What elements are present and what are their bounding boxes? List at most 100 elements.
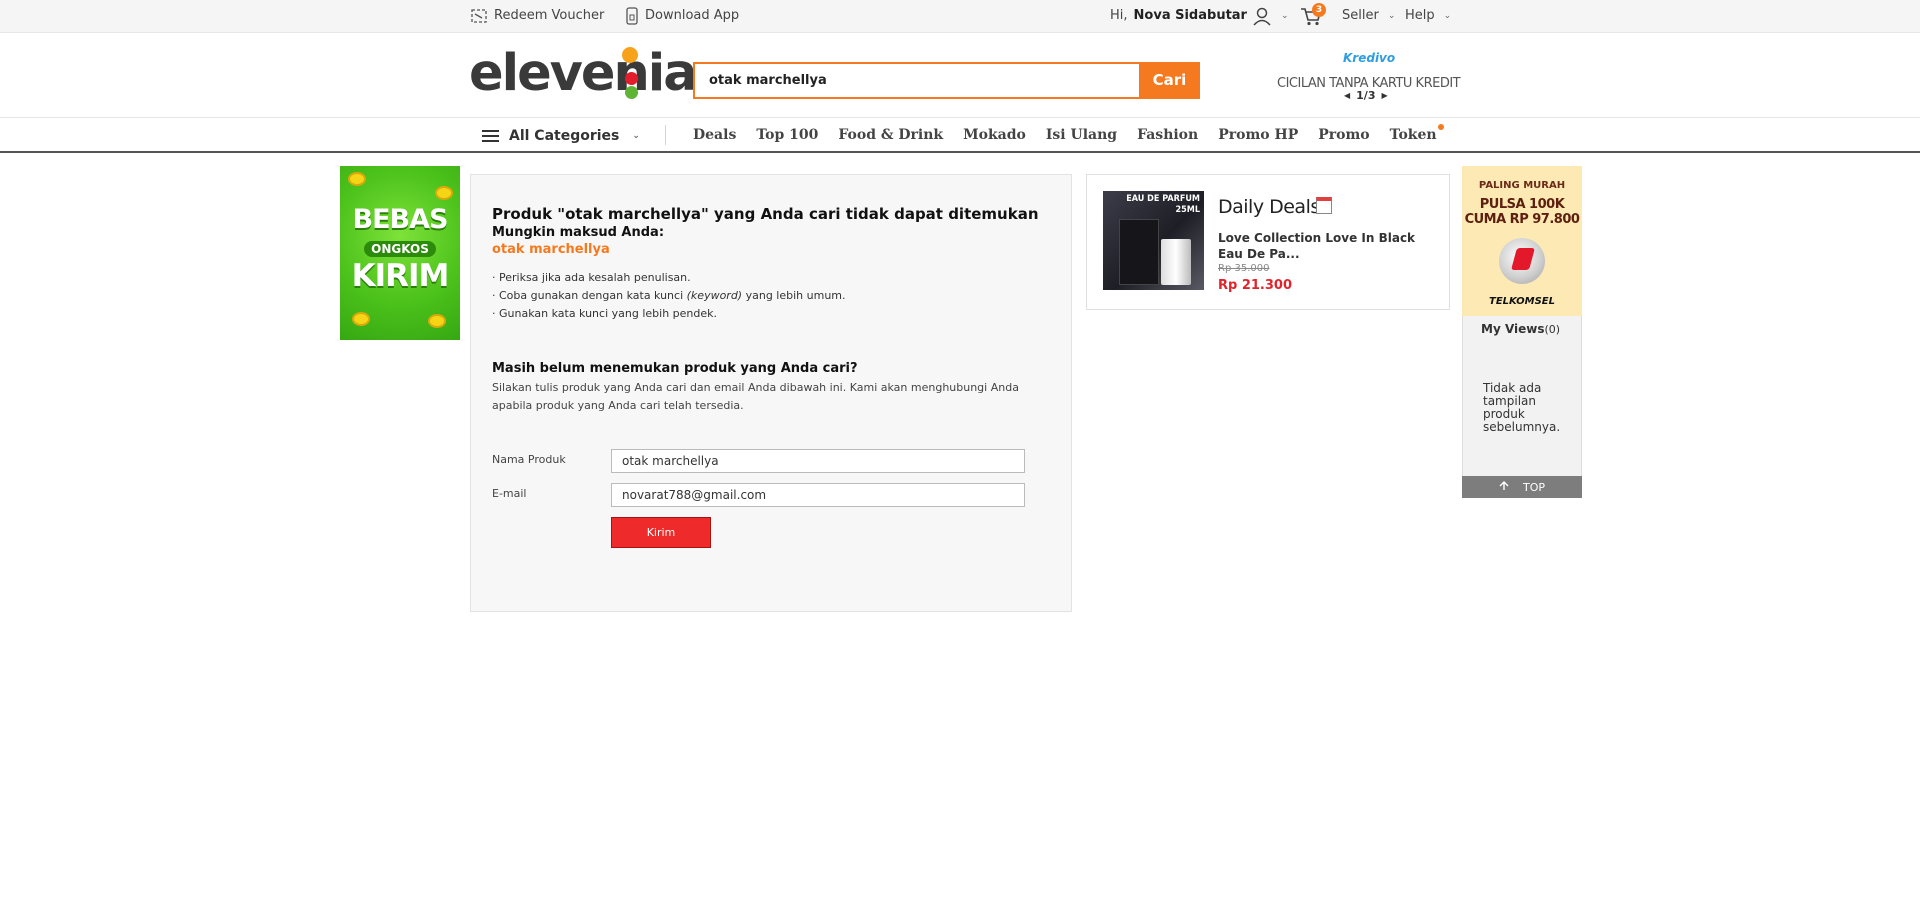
chevron-down-icon: ⌄	[632, 131, 640, 141]
nav-link-top-100[interactable]: Top 100	[756, 127, 818, 143]
nav-link-isi-ulang[interactable]: Isi Ulang	[1046, 127, 1117, 143]
phone-icon	[625, 7, 639, 25]
arrow-up-icon	[1499, 480, 1509, 494]
nav-link-promo[interactable]: Promo	[1318, 127, 1369, 143]
kredivo-brand: Kredivo	[1343, 51, 1396, 65]
account-menu[interactable]: ⌄	[1252, 0, 1289, 32]
my-views-label: My Views	[1481, 322, 1545, 336]
deal-new-price: Rp 21.300	[1218, 278, 1293, 293]
page: Redeem Voucher Download App Hi, Nova Sid…	[0, 0, 1920, 918]
logo-dot-red	[625, 72, 638, 85]
nav-link-mokado[interactable]: Mokado	[963, 127, 1026, 143]
search-tips: · Periksa jika ada kesalah penulisan. · …	[492, 269, 846, 323]
my-views-count: (0)	[1544, 323, 1561, 336]
cart-button[interactable]: 3	[1300, 0, 1326, 32]
my-views-panel: My Views(0) Tidak ada tampilan produk se…	[1462, 316, 1582, 476]
banner-brand: TELKOMSEL	[1489, 296, 1555, 307]
coin-decoration	[348, 172, 366, 186]
search-input[interactable]: otak marchellya	[693, 62, 1140, 99]
pager-count: 1/3	[1356, 89, 1376, 102]
banner-headline-2: CUMA RP 97.800	[1464, 212, 1580, 227]
nav-link-food-drink[interactable]: Food & Drink	[838, 127, 943, 143]
logo-dot-orange	[622, 47, 638, 63]
nav-links: Deals Top 100 Food & Drink Mokado Isi Ul…	[693, 118, 1444, 152]
logo-text: elevenia	[469, 44, 698, 103]
coin-decoration	[435, 186, 453, 200]
product-name-field[interactable]: otak marchellya	[611, 449, 1025, 473]
tip-keyword: (keyword)	[686, 289, 743, 302]
user-greeting: Hi, Nova Sidabutar	[1110, 0, 1247, 32]
deal-product-name[interactable]: Love Collection Love In Black Eau De Pa.…	[1218, 230, 1438, 262]
banner-tag: PALING MURAH	[1478, 180, 1566, 191]
suggestion-label: Mungkin maksud Anda:	[492, 225, 665, 240]
search-button[interactable]: Cari	[1139, 62, 1200, 99]
my-views-empty-text: Tidak ada tampilan produk sebelumnya.	[1483, 381, 1561, 434]
calendar-icon	[1316, 197, 1332, 214]
email-label: E-mail	[492, 487, 527, 500]
chevron-down-icon: ⌄	[1387, 11, 1396, 21]
email-field[interactable]: novarat788@gmail.com	[611, 483, 1025, 507]
help-label: Help	[1405, 8, 1435, 23]
coin-decoration	[352, 312, 370, 326]
request-title: Masih belum menemukan produk yang Anda c…	[492, 361, 858, 376]
back-to-top-button[interactable]: TOP	[1462, 476, 1582, 498]
greeting-text: Hi,	[1110, 8, 1128, 23]
nav-link-promo-hp[interactable]: Promo HP	[1218, 127, 1298, 143]
kredivo-logo[interactable]: Kredivo	[1343, 51, 1395, 65]
promo-pager: ◀ 1/3 ▶	[1344, 89, 1388, 102]
submit-button[interactable]: Kirim	[611, 517, 711, 548]
chevron-down-icon: ⌄	[1443, 11, 1452, 21]
tip-item: · Coba gunakan dengan kata kunci (keywor…	[492, 287, 846, 305]
suggestion-link[interactable]: otak marchellya	[492, 242, 610, 257]
hamburger-icon	[482, 130, 499, 142]
download-app-link[interactable]: Download App	[625, 0, 739, 32]
request-description: Silakan tulis produk yang Anda cari dan …	[492, 381, 1019, 412]
banner-line-1: BEBAS	[352, 204, 449, 235]
nav-link-token[interactable]: Token	[1390, 124, 1444, 143]
redeem-voucher-label: Redeem Voucher	[494, 8, 605, 23]
next-arrow-icon[interactable]: ▶	[1381, 91, 1387, 100]
seller-menu[interactable]: Seller ⌄	[1342, 0, 1395, 32]
deal-image-caption: EAU DE PARFUM 25ML	[1126, 194, 1200, 215]
seller-label: Seller	[1342, 8, 1379, 23]
banner-line-2-text: ONGKOS	[364, 241, 436, 257]
nav-link-deals[interactable]: Deals	[693, 127, 736, 143]
redeem-voucher-link[interactable]: Redeem Voucher	[470, 0, 604, 32]
chevron-down-icon: ⌄	[1281, 11, 1289, 21]
elevenia-logo[interactable]: elevenia	[469, 44, 698, 103]
daily-deals-panel: EAU DE PARFUM 25ML Daily Deals Love Coll…	[1086, 174, 1450, 310]
top-label: TOP	[1522, 480, 1545, 494]
top-bar: Redeem Voucher Download App Hi, Nova Sid…	[0, 0, 1920, 33]
voucher-icon	[470, 7, 488, 25]
all-categories-label: All Categories	[509, 128, 620, 144]
main-nav: All Categories ⌄ Deals Top 100 Food & Dr…	[0, 117, 1920, 153]
product-name-label: Nama Produk	[492, 453, 566, 466]
free-shipping-banner[interactable]: BEBAS ONGKOS KIRIM	[340, 166, 460, 340]
search-result-panel: Produk "otak marchellya" yang Anda cari …	[470, 174, 1072, 612]
user-name: Nova Sidabutar	[1133, 8, 1247, 23]
banner-headline-1: PULSA 100K	[1479, 197, 1565, 212]
not-found-title: Produk "otak marchellya" yang Anda cari …	[492, 205, 1039, 223]
help-menu[interactable]: Help ⌄	[1405, 0, 1451, 32]
telkomsel-banner[interactable]: PALING MURAH PULSA 100K CUMA RP 97.800 T…	[1462, 166, 1582, 316]
daily-deals-title: Daily Deals	[1218, 196, 1320, 218]
cart-count-badge: 3	[1312, 3, 1326, 17]
tip-text: · Coba gunakan dengan kata kunci	[492, 289, 687, 302]
deal-product-image[interactable]: EAU DE PARFUM 25ML	[1103, 191, 1204, 290]
banner-line-2: ONGKOS	[340, 241, 460, 257]
telkomsel-logo-icon	[1499, 238, 1545, 284]
nav-divider	[665, 125, 666, 145]
my-views-title: My Views(0)	[1481, 322, 1560, 336]
banner-headline: PULSA 100K CUMA RP 97.800	[1462, 197, 1582, 227]
coin-decoration	[428, 314, 446, 328]
nav-link-fashion[interactable]: Fashion	[1137, 127, 1198, 143]
tip-text: yang lebih umum.	[742, 289, 846, 302]
perfume-bottle-shape	[1161, 239, 1191, 285]
prev-arrow-icon[interactable]: ◀	[1344, 91, 1350, 100]
logo-dot-green	[625, 86, 638, 99]
tip-item: · Periksa jika ada kesalah penulisan.	[492, 271, 691, 284]
all-categories-button[interactable]: All Categories ⌄	[482, 126, 640, 146]
user-icon	[1252, 6, 1272, 26]
download-app-label: Download App	[645, 8, 740, 23]
tip-item: · Gunakan kata kunci yang lebih pendek.	[492, 307, 718, 320]
